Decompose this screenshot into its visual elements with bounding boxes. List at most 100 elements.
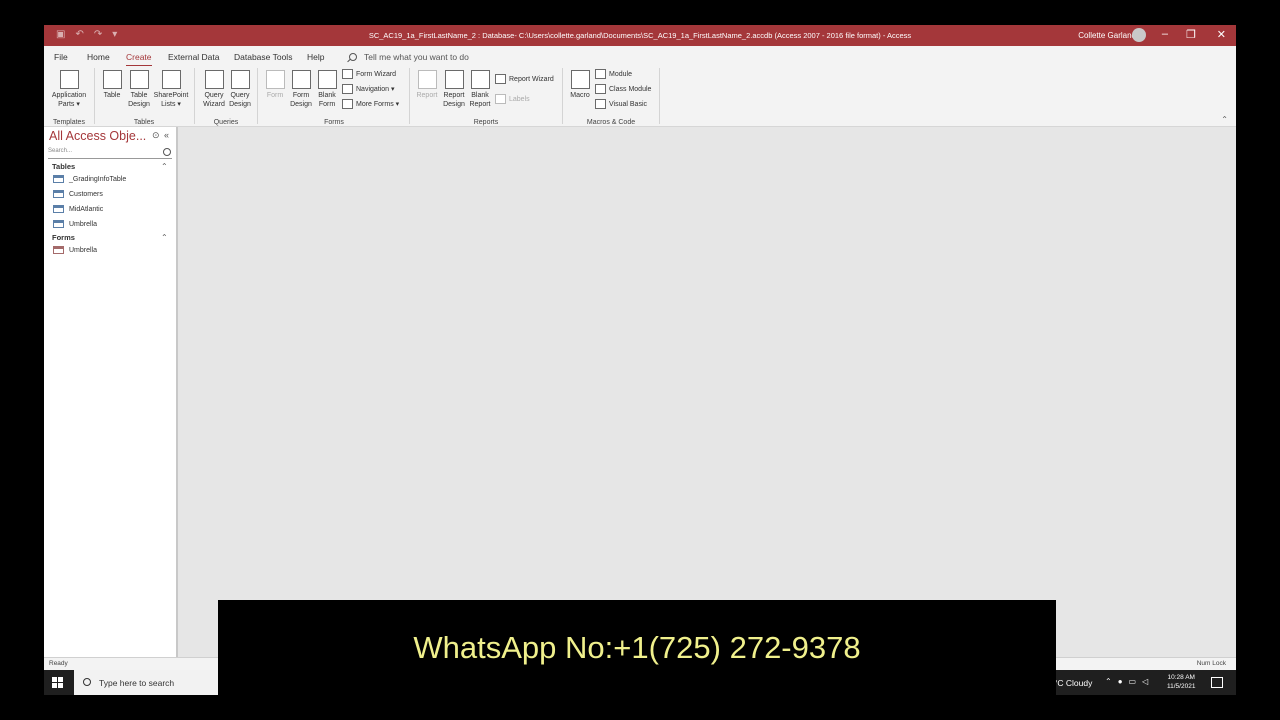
blank-report-icon bbox=[470, 70, 490, 89]
table-icon bbox=[102, 70, 122, 89]
sharepoint-lists-button[interactable]: SharePoint Lists ▾ bbox=[152, 70, 190, 109]
query-wizard-button[interactable]: Query Wizard bbox=[201, 70, 227, 109]
form-design-button[interactable]: Form Design bbox=[289, 70, 313, 109]
clock[interactable]: 10:28 AM 11/5/2021 bbox=[1167, 673, 1195, 691]
system-tray: ⌃ ● ▭ ◁ bbox=[1105, 677, 1148, 686]
search-icon bbox=[83, 678, 91, 686]
list-item[interactable]: _GradingInfoTable bbox=[53, 175, 126, 183]
user-name[interactable]: Collette Garland bbox=[1078, 31, 1136, 40]
navigation-button[interactable]: Navigation ▾ bbox=[342, 84, 395, 94]
query-design-button[interactable]: Query Design bbox=[227, 70, 253, 109]
whatsapp-banner: WhatsApp No:+1(725) 272-9378 bbox=[218, 600, 1056, 695]
avatar[interactable] bbox=[1132, 28, 1146, 42]
minimize-icon[interactable]: – bbox=[1162, 28, 1168, 40]
class-module-icon bbox=[595, 84, 606, 94]
search-icon bbox=[349, 53, 357, 61]
report-button[interactable]: Report bbox=[415, 70, 439, 100]
weather-widget[interactable]: °C Cloudy bbox=[1054, 678, 1092, 688]
table-design-icon bbox=[129, 70, 149, 89]
separator bbox=[659, 68, 660, 124]
group-label-templates: Templates bbox=[53, 119, 85, 126]
separator bbox=[409, 68, 410, 124]
separator bbox=[562, 68, 563, 124]
class-module-button[interactable]: Class Module bbox=[595, 84, 651, 94]
collapse-nav-icon[interactable]: « bbox=[164, 130, 169, 140]
group-label-queries: Queries bbox=[213, 119, 239, 126]
group-label-tables: Tables bbox=[133, 119, 155, 126]
microphone-icon[interactable]: ● bbox=[1118, 677, 1123, 686]
report-icon bbox=[417, 70, 437, 89]
form-design-icon bbox=[291, 70, 311, 89]
tab-database-tools[interactable]: Database Tools bbox=[234, 52, 292, 62]
query-wizard-icon bbox=[204, 70, 224, 89]
search-icon[interactable] bbox=[163, 148, 171, 156]
list-item[interactable]: Umbrella bbox=[53, 246, 97, 254]
chevron-up-icon[interactable]: ⌃ bbox=[161, 233, 168, 242]
ribbon-tabs: File Home Create External Data Database … bbox=[44, 46, 1236, 67]
report-wizard-button[interactable]: Report Wizard bbox=[495, 74, 554, 84]
table-design-button[interactable]: Table Design bbox=[126, 70, 152, 109]
form-icon bbox=[265, 70, 285, 89]
labels-icon bbox=[495, 94, 506, 104]
tab-file[interactable]: File bbox=[54, 52, 68, 62]
network-icon[interactable]: ▭ bbox=[1129, 677, 1137, 686]
navigation-icon bbox=[342, 84, 353, 94]
status-num-lock: Num Lock bbox=[1196, 660, 1226, 667]
sharepoint-lists-icon bbox=[161, 70, 181, 89]
window-title: SC_AC19_1a_FirstLastName_2 : Database- C… bbox=[368, 31, 912, 40]
windows-start-icon[interactable] bbox=[52, 677, 63, 688]
close-icon[interactable]: ✕ bbox=[1217, 28, 1226, 41]
application-parts-button[interactable]: Application Parts ▾ bbox=[50, 70, 88, 109]
nav-group-forms[interactable]: Forms bbox=[52, 233, 75, 242]
module-icon bbox=[595, 69, 606, 79]
collapse-ribbon-icon[interactable]: ⌃ bbox=[1221, 115, 1228, 124]
volume-icon[interactable]: ◁ bbox=[1142, 677, 1148, 686]
macro-button[interactable]: Macro bbox=[567, 70, 593, 100]
group-label-forms: Forms bbox=[324, 119, 344, 126]
list-item[interactable]: Customers bbox=[53, 190, 103, 198]
ribbon: Application Parts ▾ Templates Table Tabl… bbox=[44, 66, 1236, 127]
table-button[interactable]: Table bbox=[100, 70, 124, 100]
form-wizard-icon bbox=[342, 69, 353, 79]
visual-basic-button[interactable]: Visual Basic bbox=[595, 99, 647, 109]
chevron-up-icon[interactable]: ⌃ bbox=[161, 162, 168, 171]
report-design-button[interactable]: Report Design bbox=[441, 70, 467, 109]
group-label-macros: Macros & Code bbox=[586, 119, 636, 126]
module-button[interactable]: Module bbox=[595, 69, 632, 79]
separator bbox=[194, 68, 195, 124]
report-wizard-icon bbox=[495, 74, 506, 84]
query-design-icon bbox=[230, 70, 250, 89]
macro-icon bbox=[570, 70, 590, 89]
tab-home[interactable]: Home bbox=[87, 52, 110, 62]
title-bar: ▣ ↶ ↷ ▾ SC_AC19_1a_FirstLastName_2 : Dat… bbox=[44, 25, 1236, 46]
table-icon bbox=[53, 220, 64, 228]
separator bbox=[94, 68, 95, 124]
tab-help[interactable]: Help bbox=[307, 52, 324, 62]
tab-external-data[interactable]: External Data bbox=[168, 52, 220, 62]
nav-pane-title[interactable]: All Access Obje... bbox=[49, 129, 146, 143]
restore-icon[interactable]: ❐ bbox=[1186, 28, 1196, 41]
access-window: ▣ ↶ ↷ ▾ SC_AC19_1a_FirstLastName_2 : Dat… bbox=[44, 25, 1236, 695]
blank-form-button[interactable]: Blank Form bbox=[315, 70, 339, 109]
status-ready: Ready bbox=[49, 660, 68, 667]
more-forms-icon bbox=[342, 99, 353, 109]
list-item[interactable]: MidAtlantic bbox=[53, 205, 103, 213]
more-forms-button[interactable]: More Forms ▾ bbox=[342, 99, 399, 109]
form-button[interactable]: Form bbox=[263, 70, 287, 100]
tell-me-box[interactable]: Tell me what you want to do bbox=[349, 52, 469, 62]
separator bbox=[257, 68, 258, 124]
labels-button[interactable]: Labels bbox=[495, 94, 530, 104]
notification-icon[interactable] bbox=[1211, 677, 1223, 688]
nav-search-input[interactable]: Search... bbox=[48, 148, 172, 159]
nav-group-tables[interactable]: Tables bbox=[52, 162, 75, 171]
blank-report-button[interactable]: Blank Report bbox=[467, 70, 493, 109]
blank-form-icon bbox=[317, 70, 337, 89]
table-icon bbox=[53, 205, 64, 213]
chevron-up-icon[interactable]: ⌃ bbox=[1105, 677, 1112, 686]
nav-menu-chevron-icon[interactable]: ⊙ bbox=[152, 130, 160, 141]
table-icon bbox=[53, 175, 64, 183]
tab-create[interactable]: Create bbox=[126, 52, 152, 67]
form-wizard-button[interactable]: Form Wizard bbox=[342, 69, 396, 79]
taskbar-search-input[interactable]: Type here to search bbox=[74, 670, 224, 695]
list-item[interactable]: Umbrella bbox=[53, 220, 97, 228]
